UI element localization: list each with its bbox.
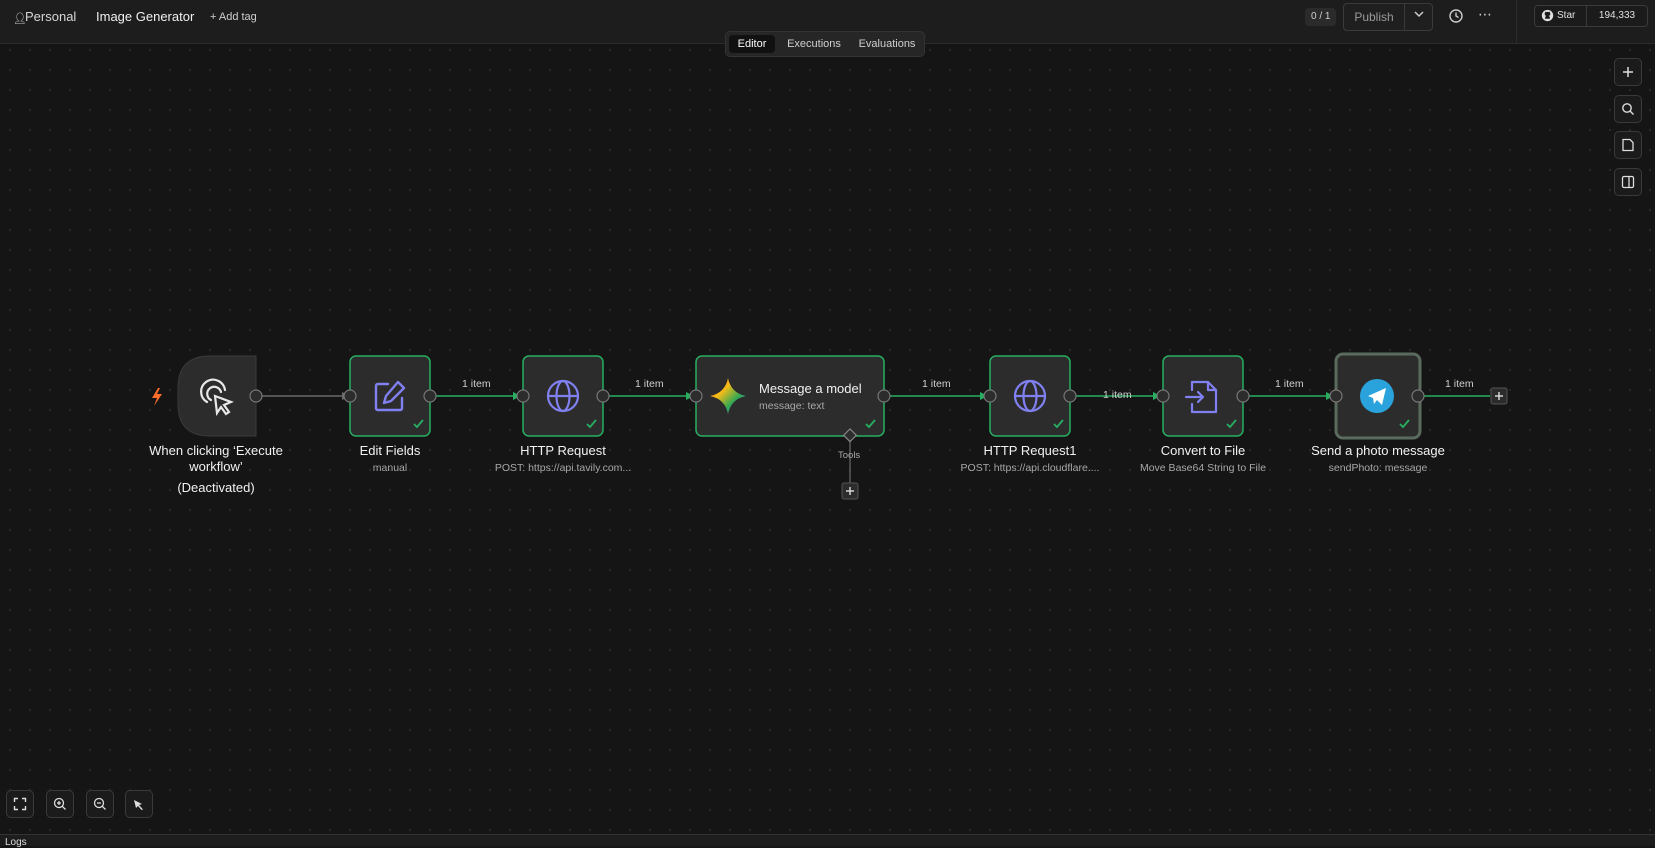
output-handle[interactable] <box>249 389 263 403</box>
logs-label: Logs <box>5 837 27 848</box>
output-handle[interactable] <box>423 389 437 403</box>
search-icon <box>1622 103 1634 115</box>
input-handle[interactable] <box>516 389 530 403</box>
input-handle[interactable] <box>1329 389 1343 403</box>
fit-view-icon <box>13 797 27 811</box>
edge-label: 1 item <box>1103 389 1132 401</box>
github-star-widget[interactable]: Star 194,333 <box>1534 5 1648 27</box>
more-options-icon[interactable]: ⋯ <box>1478 6 1493 23</box>
node-subtitle: Move Base64 String to File <box>1139 462 1267 474</box>
fit-view-button[interactable] <box>6 790 34 818</box>
node-title: HTTP Request <box>520 443 606 458</box>
telegram-icon <box>1360 379 1394 413</box>
node-subtitle: sendPhoto: message <box>1328 462 1428 474</box>
search-nodes-button[interactable] <box>1614 95 1642 123</box>
zoom-in-icon <box>53 797 66 810</box>
toggle-panel-button[interactable] <box>1614 168 1642 196</box>
node-title: Convert to File <box>1160 443 1246 458</box>
view-tabs: Editor Executions Evaluations <box>725 31 925 57</box>
edge-label: 1 item <box>922 378 951 390</box>
panel-icon <box>1621 175 1635 189</box>
project-breadcrumb[interactable]: Personal <box>25 9 76 24</box>
zoom-in-button[interactable] <box>46 790 74 818</box>
node-http-request1[interactable] <box>983 355 1077 437</box>
sticky-note-button[interactable] <box>1614 131 1642 159</box>
edge-label: 1 item <box>1445 378 1474 390</box>
node-convert-to-file[interactable] <box>1156 355 1250 437</box>
input-handle[interactable] <box>1156 389 1170 403</box>
publish-button-group: Publish <box>1343 3 1433 31</box>
tidy-up-button[interactable] <box>125 790 153 818</box>
output-handle[interactable] <box>1411 389 1425 403</box>
node-http-request[interactable] <box>516 355 610 437</box>
edge-label: 1 item <box>462 378 491 390</box>
output-handle[interactable] <box>1063 389 1077 403</box>
workflow-name[interactable]: Image Generator <box>96 9 194 24</box>
publish-button[interactable]: Publish <box>1344 4 1404 30</box>
header-divider <box>1516 0 1517 44</box>
node-subtitle: manual <box>372 462 408 474</box>
note-icon <box>1622 138 1634 152</box>
node-subtitle: POST: https://api.tavily.com... <box>494 462 632 474</box>
tab-executions[interactable]: Executions <box>778 35 850 53</box>
output-handle[interactable] <box>1236 389 1250 403</box>
node-title: When clicking ‘Execute workflow’ <box>149 443 283 474</box>
github-star-label: Star <box>1557 10 1576 21</box>
edge-label: 1 item <box>635 378 664 390</box>
input-handle[interactable] <box>689 389 703 403</box>
zoom-out-button[interactable] <box>86 790 114 818</box>
plus-icon <box>1623 67 1633 77</box>
output-handle[interactable] <box>877 389 891 403</box>
github-icon <box>1541 9 1554 22</box>
output-handle[interactable] <box>596 389 610 403</box>
github-star-button[interactable]: Star <box>1535 6 1587 26</box>
node-title: HTTP Request1 <box>983 443 1077 458</box>
tab-editor[interactable]: Editor <box>729 35 775 53</box>
node-manual-trigger[interactable] <box>177 355 263 437</box>
active-counter-badge: 0 / 1 <box>1305 8 1337 26</box>
node-send-photo-message[interactable] <box>1329 352 1425 440</box>
history-icon[interactable] <box>1448 8 1464 24</box>
node-message-a-model[interactable] <box>689 355 891 443</box>
workflow-canvas[interactable] <box>0 0 1655 846</box>
input-handle[interactable] <box>983 389 997 403</box>
logs-panel-bar[interactable]: Logs <box>0 834 1655 848</box>
github-star-count: 194,333 <box>1598 10 1636 21</box>
input-handle[interactable] <box>343 389 357 403</box>
add-node-button[interactable] <box>1614 58 1642 86</box>
zoom-out-icon <box>93 797 106 810</box>
add-tool-button[interactable] <box>841 482 859 500</box>
node-edit-fields[interactable] <box>343 355 437 437</box>
edge-label: 1 item <box>1275 378 1304 390</box>
publish-dropdown-button[interactable] <box>1404 4 1433 30</box>
tools-label: Tools <box>838 450 861 461</box>
node-title: Send a photo message <box>1311 443 1445 458</box>
add-tag-button[interactable]: + Add tag <box>210 11 257 23</box>
node-subtitle: POST: https://api.cloudflare.... <box>960 462 1100 474</box>
node-title: Edit Fields <box>359 443 421 458</box>
add-next-node-button[interactable] <box>1490 387 1508 405</box>
node-title: Message a model <box>759 381 862 396</box>
tab-evaluations[interactable]: Evaluations <box>853 35 921 53</box>
chevron-down-icon <box>1414 11 1424 18</box>
node-subtitle: (Deactivated) <box>177 480 255 495</box>
node-subtitle: message: text <box>759 400 825 412</box>
trigger-bolt-icon <box>152 388 162 406</box>
wand-icon <box>134 800 143 810</box>
